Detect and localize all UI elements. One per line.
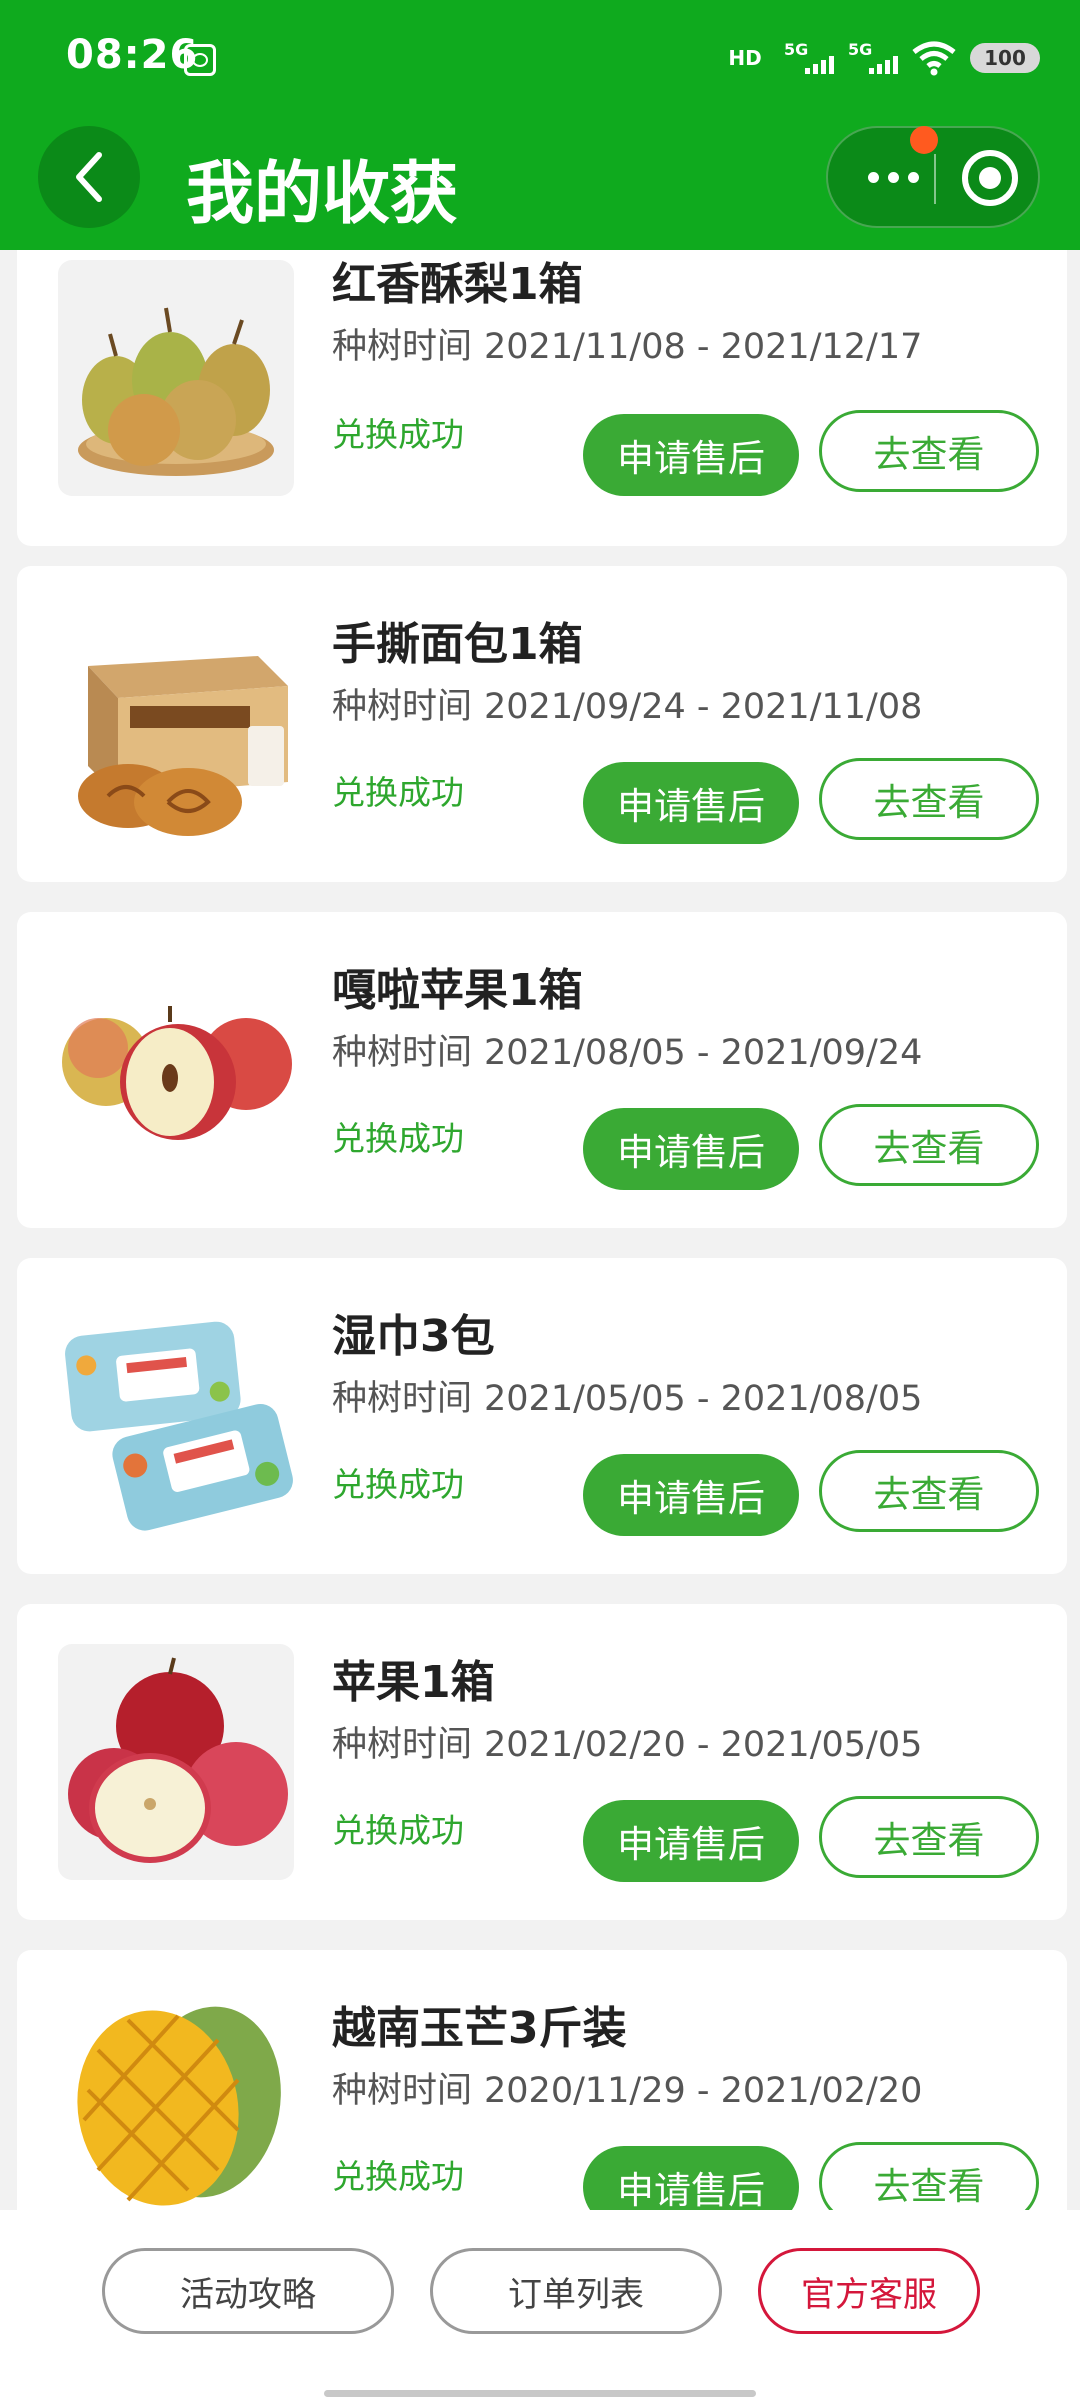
signal-5g-icon: 5G [784, 40, 834, 76]
planting-period: 种树时间 2021/05/05 - 2021/08/05 [332, 1379, 923, 1419]
status-label: 兑换成功 [332, 2157, 464, 2196]
order-list-button[interactable]: 订单列表 [430, 2248, 722, 2334]
status-icons: HD 5G 5G 100 [720, 36, 1040, 80]
status-bar: 08:26 HD 5G 5G 100 [0, 0, 1080, 120]
view-button[interactable]: 去查看 [819, 1796, 1039, 1878]
list-item: 嘎啦苹果1箱 种树时间 2021/08/05 - 2021/09/24 兑换成功 … [17, 912, 1067, 1228]
top-header: 08:26 HD 5G 5G 100 我的收获 [0, 0, 1080, 250]
list-item: 红香酥梨1箱 种树时间 2021/11/08 - 2021/12/17 兑换成功 … [17, 250, 1067, 546]
item-name: 手撕面包1箱 [332, 619, 583, 670]
close-mini-program-icon[interactable] [962, 150, 1018, 206]
apply-after-sale-button[interactable]: 申请售后 [583, 1108, 799, 1190]
status-label: 兑换成功 [332, 1465, 464, 1504]
harvest-list: 红香酥梨1箱 种树时间 2021/11/08 - 2021/12/17 兑换成功 … [0, 250, 1080, 2210]
status-label: 兑换成功 [332, 1811, 464, 1850]
item-name: 苹果1箱 [332, 1657, 495, 1708]
page-title: 我的收获 [186, 155, 459, 234]
apply-after-sale-button[interactable]: 申请售后 [583, 762, 799, 844]
view-button[interactable]: 去查看 [819, 758, 1039, 840]
item-name: 越南玉芒3斤装 [332, 2003, 627, 2054]
view-button[interactable]: 去查看 [819, 1450, 1039, 1532]
chevron-left-icon [76, 152, 102, 202]
apply-after-sale-button[interactable]: 申请售后 [583, 1800, 799, 1882]
status-label: 兑换成功 [332, 1119, 464, 1158]
item-name: 嘎啦苹果1箱 [332, 965, 583, 1016]
status-time: 08:26 [66, 32, 199, 78]
back-button[interactable] [38, 126, 140, 228]
mango-icon [58, 1990, 294, 2210]
apply-after-sale-button[interactable]: 申请售后 [583, 1454, 799, 1536]
battery-icon: 100 [970, 43, 1040, 73]
wifi-icon [912, 41, 956, 76]
planting-period: 种树时间 2021/02/20 - 2021/05/05 [332, 1725, 923, 1765]
wet-wipes-icon [58, 1298, 294, 1534]
activity-guide-button[interactable]: 活动攻略 [102, 2248, 394, 2334]
item-name: 湿巾3包 [332, 1311, 495, 1362]
view-button[interactable]: 去查看 [819, 410, 1039, 492]
list-item: 苹果1箱 种树时间 2021/02/20 - 2021/05/05 兑换成功 申请… [17, 1604, 1067, 1920]
list-item: 越南玉芒3斤装 种树时间 2020/11/29 - 2021/02/20 兑换成功… [17, 1950, 1067, 2210]
status-label: 兑换成功 [332, 415, 464, 454]
pears-icon [58, 260, 294, 496]
capsule-divider [934, 154, 936, 204]
planting-period: 种树时间 2021/08/05 - 2021/09/24 [332, 1033, 923, 1073]
official-service-button[interactable]: 官方客服 [758, 2248, 980, 2334]
list-item: 湿巾3包 种树时间 2021/05/05 - 2021/08/05 兑换成功 申请… [17, 1258, 1067, 1574]
apply-after-sale-button[interactable]: 申请售后 [583, 2146, 799, 2210]
message-notification-icon [184, 44, 216, 76]
red-apples-icon [58, 1644, 294, 1880]
bread-box-icon [58, 606, 294, 842]
planting-period: 种树时间 2020/11/29 - 2021/02/20 [332, 2071, 923, 2111]
planting-period: 种树时间 2021/09/24 - 2021/11/08 [332, 687, 923, 727]
view-button[interactable]: 去查看 [819, 2142, 1039, 2210]
status-label: 兑换成功 [332, 773, 464, 812]
signal-5g-icon: 5G [848, 40, 898, 76]
view-button[interactable]: 去查看 [819, 1104, 1039, 1186]
home-indicator[interactable] [324, 2390, 756, 2397]
list-item: 手撕面包1箱 种树时间 2021/09/24 - 2021/11/08 兑换成功 … [17, 566, 1067, 882]
planting-period: 种树时间 2021/11/08 - 2021/12/17 [332, 327, 923, 367]
notification-dot [910, 126, 938, 154]
gala-apple-icon [58, 952, 294, 1188]
item-name: 红香酥梨1箱 [332, 259, 583, 310]
apply-after-sale-button[interactable]: 申请售后 [583, 414, 799, 496]
hd-icon: HD [728, 46, 762, 70]
bottom-action-bar: 活动攻略 订单列表 官方客服 [0, 2210, 1080, 2400]
